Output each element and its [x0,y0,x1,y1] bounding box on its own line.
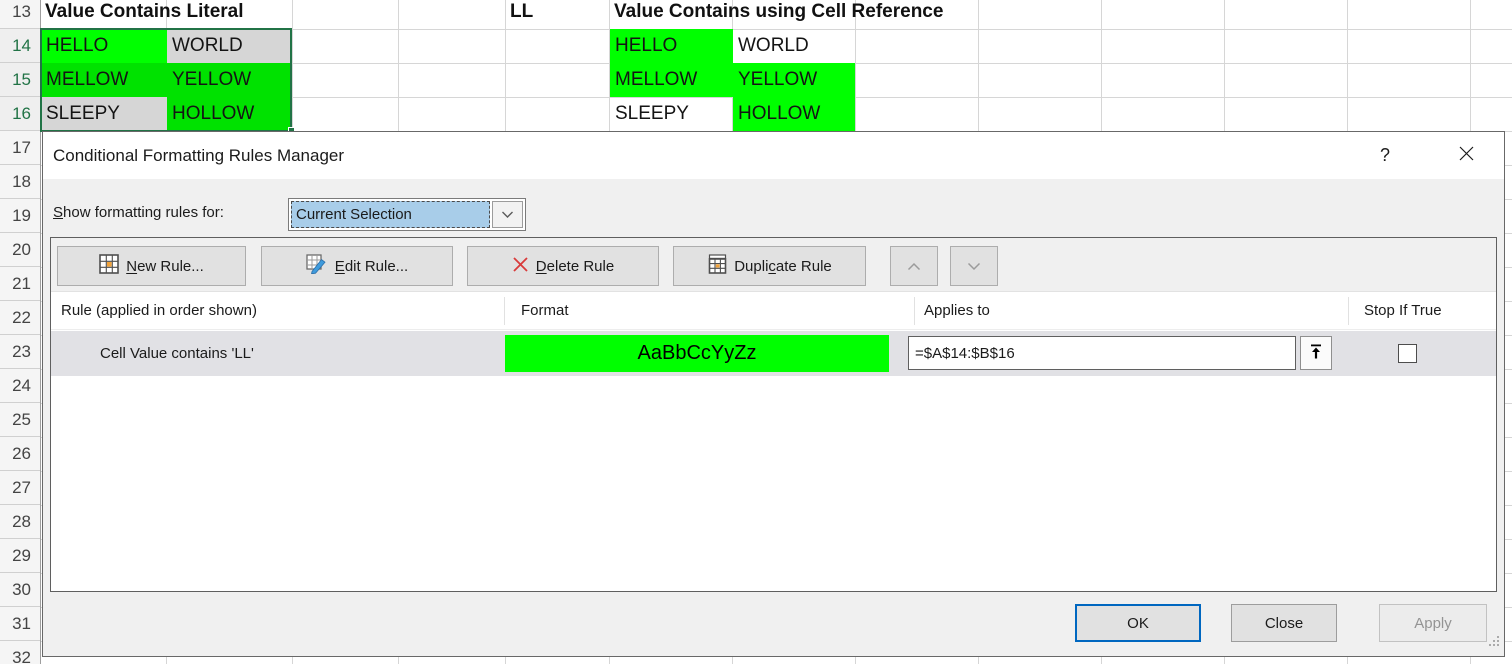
column-header-stop: Stop If True [1364,292,1442,330]
column-separator [914,297,915,325]
column-separator [504,297,505,325]
close-button[interactable] [1446,132,1486,179]
cell-F14[interactable]: HELLO [610,29,733,63]
edit-rule-label: Edit Rule... [335,258,408,275]
red-x-icon [512,256,529,277]
row-header-15[interactable]: 15 [0,63,40,97]
cell-F16[interactable]: SLEEPY [610,97,733,131]
cf-rules-manager-dialog: Conditional Formatting Rules Manager ? S… [42,131,1505,657]
rule-row[interactable]: Cell Value contains 'LL' AaBbCcYyZz [51,331,1496,376]
dialog-title: Conditional Formatting Rules Manager [53,132,344,179]
duplicate-rule-label: Duplicate Rule [734,258,832,275]
row-header-25[interactable]: 25 [0,403,40,437]
collapse-dialog-button[interactable] [1300,336,1332,370]
chevron-up-icon [907,258,921,275]
rules-panel: New Rule... Edit Rule... Delete Rule [50,237,1497,592]
new-rule-label: New Rule... [126,258,204,275]
row-header-22[interactable]: 22 [0,301,40,335]
column-separator [1348,297,1349,325]
row-header-24[interactable]: 24 [0,369,40,403]
move-down-button[interactable] [950,246,998,286]
close-icon [1459,145,1474,166]
row-header-28[interactable]: 28 [0,505,40,539]
dialog-titlebar: Conditional Formatting Rules Manager ? [43,132,1504,179]
row-header-20[interactable]: 20 [0,233,40,267]
edit-rule-button[interactable]: Edit Rule... [261,246,453,286]
bold-header-cell[interactable]: LL [510,0,533,29]
cell-F15[interactable]: MELLOW [610,63,733,97]
row-header-18[interactable]: 18 [0,165,40,199]
cell-G14[interactable]: WORLD [733,29,855,63]
selection-outline [40,28,292,132]
format-preview-text: AaBbCcYyZz [638,342,757,365]
row-header-16[interactable]: 16 [0,97,40,131]
new-rule-button[interactable]: New Rule... [57,246,246,286]
help-button[interactable]: ? [1365,132,1405,179]
table-grid-icon [707,254,727,278]
applies-to-input[interactable] [908,336,1296,370]
delete-rule-button[interactable]: Delete Rule [467,246,659,286]
rules-list-header: Rule (applied in order shown) Format App… [51,292,1496,330]
rule-description: Cell Value contains 'LL' [100,331,254,376]
collapse-range-icon [1308,343,1324,363]
table-grid-icon [99,254,119,278]
column-header-rule: Rule (applied in order shown) [61,292,257,330]
bold-header-cell[interactable]: Value Contains Literal [45,0,244,29]
combo-dropdown-button[interactable] [492,201,523,228]
chevron-down-icon [967,258,981,275]
move-up-button[interactable] [890,246,938,286]
delete-rule-label: Delete Rule [536,258,614,275]
row-header-27[interactable]: 27 [0,471,40,505]
combobox-value: Current Selection [291,201,490,228]
cell-G15[interactable]: YELLOW [733,63,855,97]
cell-G16[interactable]: HOLLOW [733,97,855,131]
row-header-13[interactable]: 13 [0,0,40,29]
row-header-30[interactable]: 30 [0,573,40,607]
row-header-19[interactable]: 19 [0,199,40,233]
row-header-29[interactable]: 29 [0,539,40,573]
row-header-17[interactable]: 17 [0,131,40,165]
column-header-applies: Applies to [924,292,990,330]
show-rules-combobox[interactable]: Current Selection [288,198,526,231]
bold-header-cell[interactable]: Value Contains using Cell Reference [614,0,943,29]
row-header-32[interactable]: 32 [0,641,40,664]
row-header-21[interactable]: 21 [0,267,40,301]
ok-button[interactable]: OK [1075,604,1201,642]
show-rules-label: Show formatting rules for: [53,196,224,230]
rules-toolbar: New Rule... Edit Rule... Delete Rule [51,238,1496,292]
row-header-26[interactable]: 26 [0,437,40,471]
format-preview: AaBbCcYyZz [505,335,889,372]
row-header-14[interactable]: 14 [0,29,40,63]
screen: Value Contains Literal LL Value Contains u… [0,0,1512,664]
stop-if-true-checkbox[interactable] [1398,344,1417,363]
help-icon: ? [1380,145,1390,166]
row-header-31[interactable]: 31 [0,607,40,641]
apply-button[interactable]: Apply [1379,604,1487,642]
edit-pencil-icon [306,254,328,278]
column-header-format: Format [521,292,569,330]
close-footer-button[interactable]: Close [1231,604,1337,642]
row-header-23[interactable]: 23 [0,335,40,369]
chevron-down-icon [501,206,514,223]
duplicate-rule-button[interactable]: Duplicate Rule [673,246,866,286]
resize-grip[interactable] [1487,634,1501,648]
